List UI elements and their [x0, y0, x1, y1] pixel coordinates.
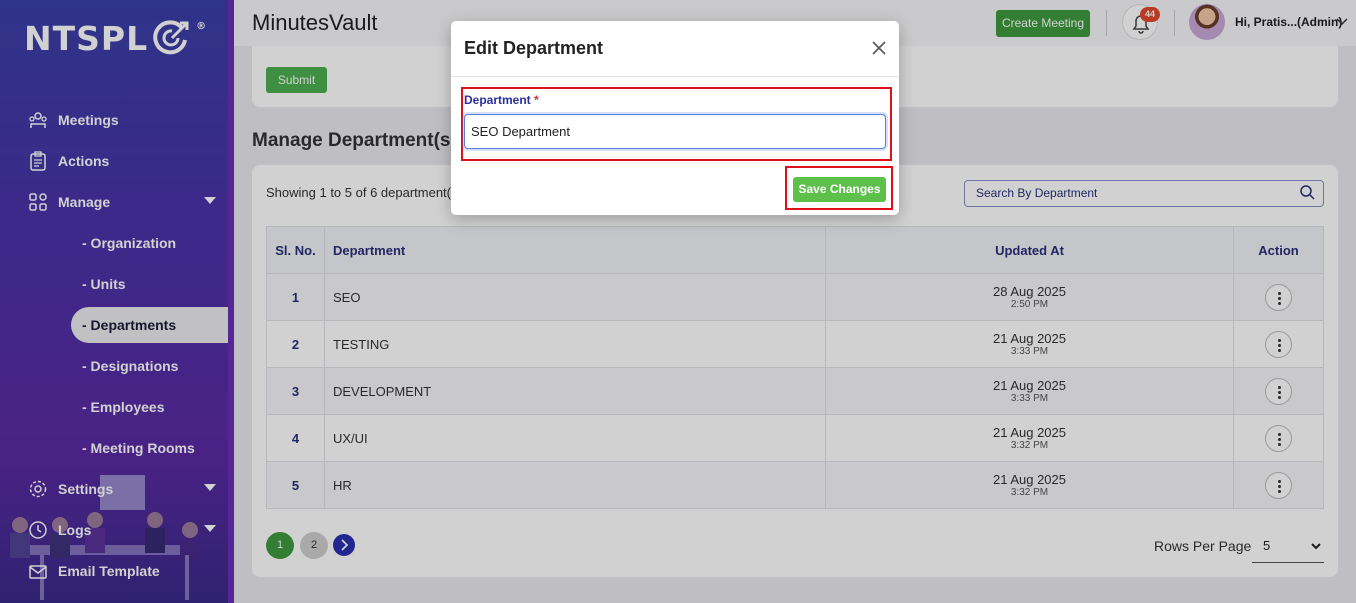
- department-label-text: Department: [464, 93, 531, 107]
- required-mark: *: [534, 93, 539, 107]
- modal-divider: [451, 76, 899, 77]
- department-input[interactable]: [464, 114, 886, 149]
- department-field-label: Department *: [464, 93, 539, 107]
- modal-title: Edit Department: [464, 38, 604, 58]
- save-changes-button[interactable]: Save Changes: [793, 177, 886, 202]
- close-icon[interactable]: [870, 39, 888, 57]
- edit-department-modal: Edit Department Department * Save Change…: [451, 21, 899, 215]
